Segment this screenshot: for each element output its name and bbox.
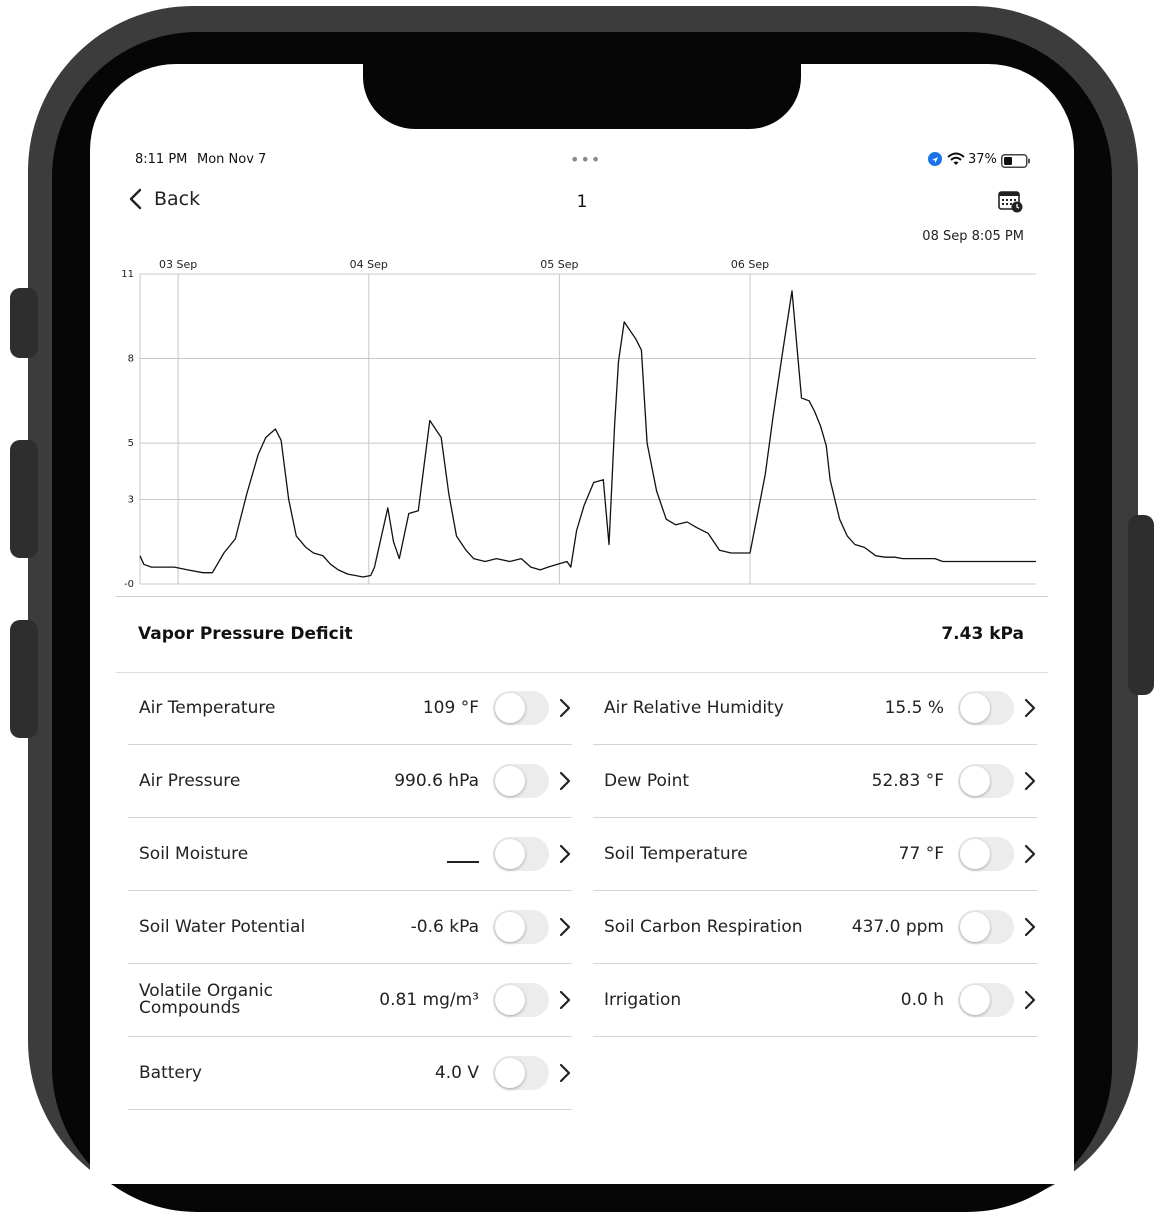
sensor-label: Soil Carbon Respiration [604, 916, 803, 937]
sensor-toggle[interactable] [493, 764, 549, 798]
sensor-label: Volatile Organic Compounds [139, 981, 273, 1018]
wifi-icon [947, 151, 965, 170]
sensor-label: Irrigation [604, 989, 682, 1010]
chevron-right-icon[interactable] [1023, 697, 1037, 719]
sensor-label: Air Relative Humidity [604, 697, 784, 718]
battery-percent: 37% [968, 152, 997, 167]
y-tick-label: 8 [128, 354, 134, 365]
multitasking-dots-icon[interactable]: ••• [570, 150, 601, 169]
calendar-icon[interactable] [998, 190, 1024, 214]
volume-down-button [10, 620, 38, 738]
chart-timestamp: 08 Sep 8:05 PM [922, 229, 1024, 244]
status-time: 8:11 PM [135, 152, 188, 167]
page-title: 1 [576, 192, 588, 212]
chevron-right-icon[interactable] [558, 770, 572, 792]
sensor-value: 77 °F [898, 844, 944, 864]
sensor-row-soil-carbon-respiration[interactable]: Soil Carbon Respiration 437.0 ppm [593, 891, 1037, 964]
sensor-list-left: Air Temperature 109 °F Air Pressure 990.… [128, 672, 572, 1110]
x-tick-label: 06 Sep [731, 258, 769, 271]
x-tick-label: 04 Sep [350, 258, 388, 271]
sensor-toggle[interactable] [493, 983, 549, 1017]
sensor-label: Battery [139, 1062, 202, 1083]
vpd-summary-row[interactable]: Vapor Pressure Deficit 7.43 kPa [138, 624, 1024, 644]
sensor-toggle[interactable] [958, 691, 1014, 725]
sensor-row-dew-point[interactable]: Dew Point 52.83 °F [593, 745, 1037, 818]
sensor-value: 15.5 % [884, 698, 944, 718]
sensor-row-soil-water-potential[interactable]: Soil Water Potential -0.6 kPa [128, 891, 572, 964]
chevron-right-icon[interactable] [558, 989, 572, 1011]
sensor-label: Air Temperature [139, 697, 276, 718]
chevron-right-icon[interactable] [1023, 843, 1037, 865]
sensor-toggle[interactable] [958, 910, 1014, 944]
chevron-left-icon [128, 188, 144, 210]
mute-switch [10, 288, 38, 358]
sensor-label: Dew Point [604, 770, 690, 791]
sensor-value: 0.81 mg/m³ [379, 990, 479, 1010]
sensor-value: 109 °F [422, 698, 479, 718]
y-tick-label: 3 [128, 494, 134, 505]
location-arrow-icon [928, 152, 942, 166]
back-label: Back [154, 188, 201, 210]
status-date: Mon Nov 7 [197, 152, 267, 167]
sensor-value: 52.83 °F [871, 771, 944, 791]
sensor-toggle[interactable] [958, 983, 1014, 1017]
sensor-list-right: Air Relative Humidity 15.5 % Dew Point 5… [593, 672, 1037, 1037]
sensor-value: 0.0 h [900, 990, 944, 1010]
camera-notch [363, 64, 801, 129]
chevron-right-icon[interactable] [558, 1062, 572, 1084]
sensor-row-soil-temperature[interactable]: Soil Temperature 77 °F [593, 818, 1037, 891]
vpd-label: Vapor Pressure Deficit [138, 624, 353, 644]
chevron-right-icon[interactable] [1023, 770, 1037, 792]
sensor-toggle[interactable] [493, 910, 549, 944]
sensor-row-air-pressure[interactable]: Air Pressure 990.6 hPa [128, 745, 572, 818]
sensor-row-irrigation[interactable]: Irrigation 0.0 h [593, 964, 1037, 1037]
x-tick-label: 03 Sep [159, 258, 197, 271]
sensor-toggle[interactable] [493, 1056, 549, 1090]
sensor-value: 437.0 ppm [851, 917, 944, 937]
chevron-right-icon[interactable] [558, 843, 572, 865]
sensor-toggle[interactable] [493, 837, 549, 871]
x-tick-label: 05 Sep [540, 258, 578, 271]
sensor-value: 990.6 hPa [394, 771, 479, 791]
y-tick-label: 5 [128, 438, 134, 449]
sensor-label: Soil Water Potential [139, 916, 306, 937]
sensor-row-air-temperature[interactable]: Air Temperature 109 °F [128, 672, 572, 745]
sensor-toggle[interactable] [958, 837, 1014, 871]
sensor-row-battery[interactable]: Battery 4.0 V [128, 1037, 572, 1110]
vpd-line-chart[interactable]: 11 8 5 3 -0 03 Sep 04 Sep 05 Sep 06 Sep [90, 244, 1074, 594]
sensor-row-volatile-organic-compounds[interactable]: Volatile Organic Compounds 0.81 mg/m³ [128, 964, 572, 1037]
y-tick-label: -0 [124, 579, 134, 590]
chart-divider [116, 596, 1048, 597]
sensor-label: Soil Moisture [139, 843, 249, 864]
sensor-label: Air Pressure [139, 770, 241, 791]
y-tick-label: 11 [121, 269, 134, 280]
sensor-value: 4.0 V [434, 1063, 479, 1083]
vpd-value: 7.43 kPa [941, 624, 1024, 644]
sensor-value: -0.6 kPa [410, 917, 479, 937]
sensor-toggle[interactable] [493, 691, 549, 725]
sensor-toggle[interactable] [958, 764, 1014, 798]
sensor-row-soil-moisture[interactable]: Soil Moisture [128, 818, 572, 891]
chevron-right-icon[interactable] [1023, 989, 1037, 1011]
volume-up-button [10, 440, 38, 558]
chevron-right-icon[interactable] [558, 697, 572, 719]
battery-icon [1001, 153, 1031, 172]
sensor-label: Soil Temperature [604, 843, 748, 864]
series-line [139, 290, 1036, 578]
power-button [1128, 515, 1154, 695]
sensor-row-air-relative-humidity[interactable]: Air Relative Humidity 15.5 % [593, 672, 1037, 745]
chevron-right-icon[interactable] [558, 916, 572, 938]
back-button[interactable]: Back [128, 188, 200, 210]
no-value-dash [447, 861, 479, 863]
sensor-value-empty [447, 844, 479, 864]
screen: 8:11 PM Mon Nov 7 ••• 37% Back 1 08 Sep … [90, 64, 1074, 1184]
chevron-right-icon[interactable] [1023, 916, 1037, 938]
